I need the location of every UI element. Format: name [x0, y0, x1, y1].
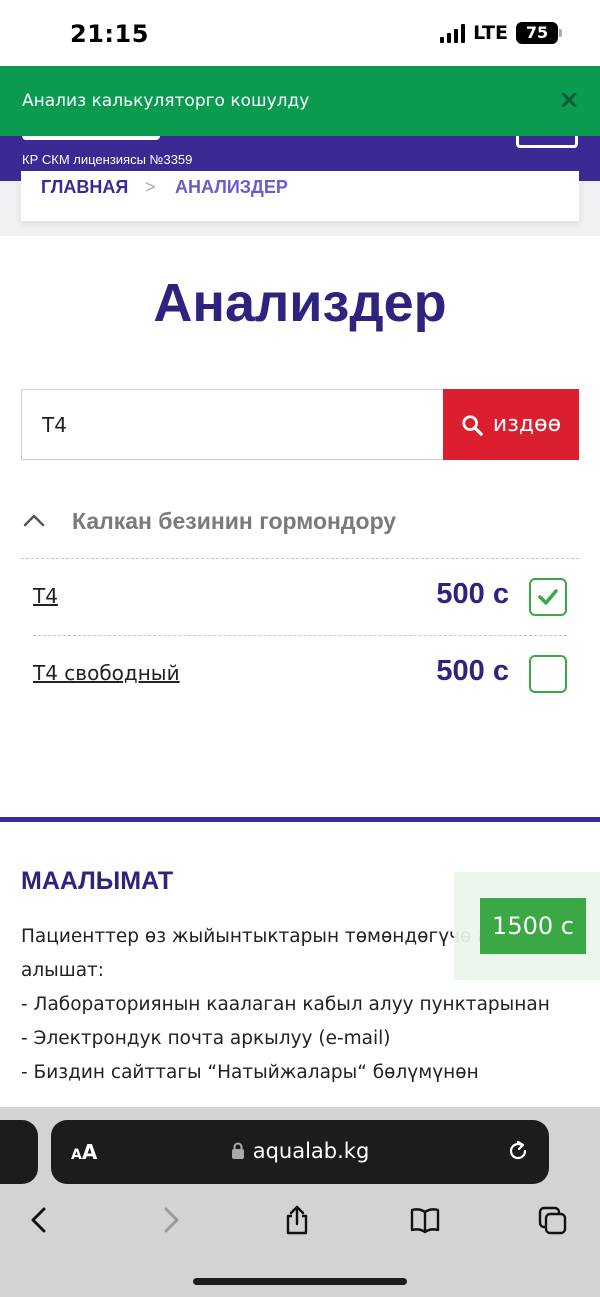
- test-row: T4 500 с: [33, 560, 567, 636]
- total-price-badge[interactable]: 1500 с: [480, 898, 586, 954]
- book-icon: [410, 1208, 440, 1234]
- category-title: Калкан безинин гормондору: [72, 507, 397, 534]
- breadcrumb-home-link[interactable]: ГЛАВНАЯ: [41, 177, 128, 198]
- previous-tab[interactable]: [0, 1120, 38, 1184]
- info-line: - Электрондук почта аркылуу (e-mail): [21, 1028, 391, 1049]
- toast-message: Анализ калькуляторго кошулду: [22, 91, 310, 111]
- status-indicators: LTE 75: [440, 22, 562, 44]
- license-text: КР СКМ лицензиясы №3359: [22, 152, 193, 167]
- breadcrumb-current: АНАЛИЗДЕР: [175, 177, 288, 197]
- toast-notification: Анализ калькуляторго кошулду ×: [0, 66, 600, 136]
- breadcrumb: ГЛАВНАЯ > АНАЛИЗДЕР: [21, 171, 579, 221]
- status-time: 21:15: [70, 20, 149, 48]
- page-title: Анализдер: [153, 273, 447, 333]
- network-type: LTE: [473, 22, 508, 44]
- tabs-button[interactable]: [532, 1200, 572, 1240]
- search-button-label: издөө: [492, 412, 562, 437]
- lock-icon: [231, 1142, 244, 1159]
- checkmark-icon: [538, 589, 558, 605]
- forward-button[interactable]: [150, 1200, 190, 1240]
- info-line: - Биздин сайттагы “Натыйжалары“ бөлүмүнө…: [21, 1062, 479, 1083]
- test-name-link[interactable]: T4: [33, 584, 58, 608]
- chevron-up-icon: [23, 514, 45, 527]
- battery-icon: 75: [516, 22, 562, 44]
- tabs-icon: [538, 1206, 567, 1235]
- status-bar: 21:15 LTE 75: [0, 0, 600, 66]
- chevron-left-icon: [31, 1207, 46, 1233]
- info-line: - Лабораториянын каалаган кабыл алуу пун…: [21, 994, 550, 1015]
- test-price: 500 с: [436, 578, 509, 610]
- info-title: МААЛЫМАТ: [21, 867, 174, 895]
- share-icon: [286, 1205, 308, 1235]
- url-display[interactable]: aqualab.kg: [51, 1139, 549, 1163]
- divider: [33, 635, 567, 636]
- test-checkbox[interactable]: [529, 655, 567, 693]
- divider: [21, 558, 579, 559]
- search-input[interactable]: [21, 389, 443, 460]
- signal-icon: [440, 23, 466, 43]
- test-row: T4 свободный 500 с: [33, 637, 567, 713]
- section-divider: [0, 817, 600, 822]
- back-button[interactable]: [20, 1200, 60, 1240]
- search-button[interactable]: издөө: [443, 389, 579, 460]
- close-icon[interactable]: ×: [558, 86, 580, 114]
- address-bar[interactable]: AA aqualab.kg: [51, 1120, 549, 1184]
- bookmarks-button[interactable]: [405, 1200, 445, 1240]
- reload-icon[interactable]: [505, 1138, 531, 1164]
- chevron-right-icon: >: [145, 177, 156, 197]
- home-indicator: [193, 1278, 407, 1285]
- category-toggle[interactable]: Калкан безинин гормондору: [21, 496, 579, 546]
- test-checkbox-checked[interactable]: [529, 578, 567, 616]
- test-price: 500 с: [436, 655, 509, 687]
- search-icon: [462, 414, 483, 436]
- test-name-link[interactable]: T4 свободный: [33, 661, 180, 685]
- share-button[interactable]: [277, 1200, 317, 1240]
- url-text: aqualab.kg: [252, 1139, 370, 1163]
- chevron-right-icon: [164, 1207, 179, 1233]
